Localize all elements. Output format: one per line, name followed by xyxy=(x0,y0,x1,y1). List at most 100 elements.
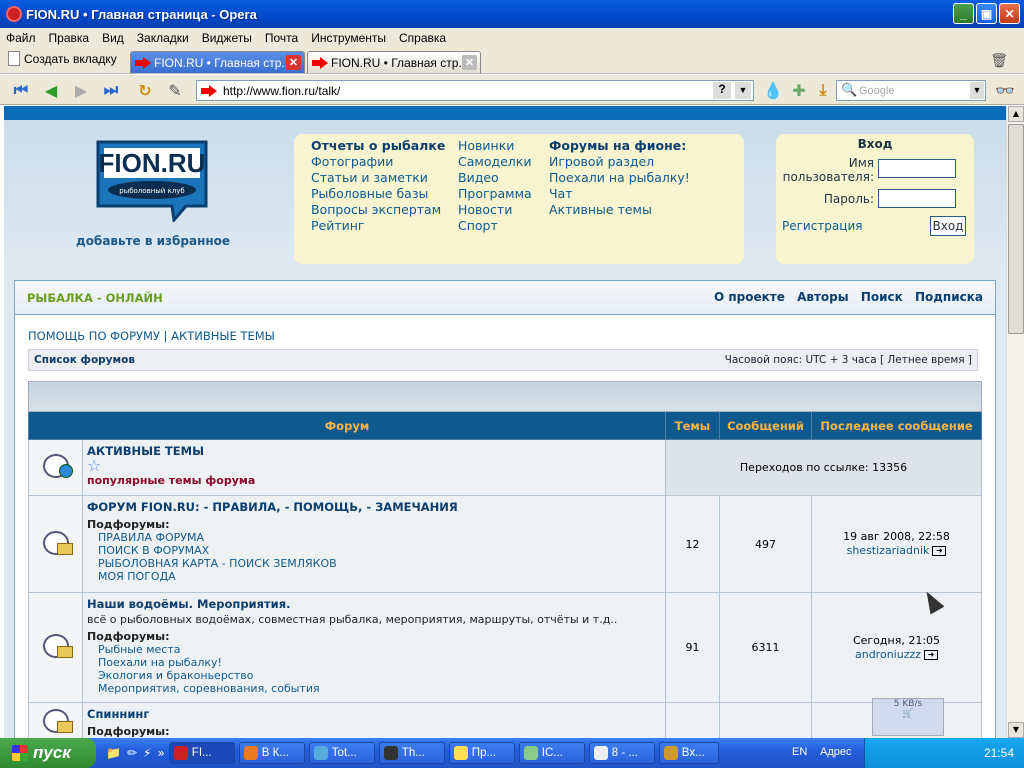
taskbar-item-total[interactable]: Tot... xyxy=(308,742,375,764)
fion-logo[interactable]: FION.RU рыболовный клуб xyxy=(90,136,214,222)
link-news[interactable]: Новости xyxy=(458,202,532,218)
tab-2[interactable]: FION.RU • Главная стр... ✕ xyxy=(307,51,481,73)
last-post-user[interactable]: shestizariadnik xyxy=(847,544,930,557)
login-button[interactable]: Вход xyxy=(930,216,966,236)
menu-edit[interactable]: Правка xyxy=(49,31,90,45)
taskbar-item-inbox[interactable]: Вх... xyxy=(658,742,719,764)
subforum-link[interactable]: Поехали на рыбалку! xyxy=(98,656,661,669)
start-button[interactable]: пуск xyxy=(0,738,96,768)
subforum-link[interactable]: РЫБОЛОВНАЯ КАРТА - ПОИСК ЗЕМЛЯКОВ xyxy=(98,557,661,570)
speed-widget[interactable]: 5 KB/s 🛒 xyxy=(872,698,944,736)
back-icon[interactable]: ◀ xyxy=(40,80,62,100)
tab-1-close-icon[interactable]: ✕ xyxy=(286,55,301,70)
taskbar-item-explorer[interactable]: Пр... xyxy=(448,742,515,764)
address-bar[interactable]: http://www.fion.ru/talk/ ? ▼ xyxy=(196,80,754,101)
subforum-link[interactable]: Экология и браконьерство xyxy=(98,669,661,682)
link-rating[interactable]: Рейтинг xyxy=(311,218,445,234)
vertical-scrollbar[interactable]: ▲ ▼ xyxy=(1006,106,1024,738)
register-link[interactable]: Регистрация xyxy=(782,219,862,233)
posts-count: 6311 xyxy=(719,592,812,703)
menu-widgets[interactable]: Виджеты xyxy=(202,31,252,45)
taskbar-item-opera[interactable]: FI... xyxy=(168,742,235,764)
link-program[interactable]: Программа xyxy=(458,186,532,202)
go-to-post-icon[interactable]: ➜ xyxy=(932,546,947,556)
quicklaunch-bolt-icon[interactable]: ⚡ xyxy=(143,746,151,760)
link-experts[interactable]: Вопросы экспертам xyxy=(311,202,445,218)
nav-about[interactable]: О проекте xyxy=(714,290,785,304)
link-articles[interactable]: Статьи и заметки xyxy=(311,170,445,186)
taskbar-item-doc[interactable]: 8 - ... xyxy=(588,742,655,764)
add-favorites-link[interactable]: добавьте в избранное xyxy=(76,234,230,248)
address-toolbar-label[interactable]: Адрес xyxy=(820,746,852,758)
new-tab-button[interactable]: Создать вкладку xyxy=(8,51,117,66)
last-post-user[interactable]: androniuzzz xyxy=(855,648,921,661)
quicklaunch-folder-icon[interactable]: 📁 xyxy=(106,746,121,760)
language-indicator[interactable]: EN xyxy=(792,746,807,758)
search-dropdown-icon[interactable]: ▼ xyxy=(970,82,984,99)
go-to-post-icon[interactable]: ➜ xyxy=(924,649,939,660)
menu-help[interactable]: Справка xyxy=(399,31,446,45)
board-title[interactable]: РЫБАЛКА - ОНЛАЙН xyxy=(27,291,163,305)
subforum-link[interactable]: МОЯ ПОГОДА xyxy=(98,570,661,583)
link-game-section[interactable]: Игровой раздел xyxy=(549,154,690,170)
forum-title[interactable]: Спиннинг xyxy=(87,707,661,721)
link-lets-go-fishing[interactable]: Поехали на рыбалку! xyxy=(549,170,690,186)
active-topics-link[interactable]: АКТИВНЫЕ ТЕМЫ xyxy=(171,329,275,343)
scroll-up-icon[interactable]: ▲ xyxy=(1008,106,1024,122)
scroll-thumb[interactable] xyxy=(1008,124,1024,334)
link-reports[interactable]: Отчеты о рыбалке xyxy=(311,138,445,154)
address-dropdown-icon[interactable]: ▼ xyxy=(735,82,751,99)
password-field[interactable] xyxy=(878,189,956,208)
reload-icon[interactable]: ↻ xyxy=(134,80,156,100)
menu-file[interactable]: Файл xyxy=(6,31,36,45)
taskbar-item-icq[interactable]: IC... xyxy=(518,742,585,764)
subforum-link[interactable]: ПОИСК В ФОРУМАХ xyxy=(98,544,661,557)
active-topics-title[interactable]: АКТИВНЫЕ ТЕМЫ xyxy=(87,444,661,458)
menu-mail[interactable]: Почта xyxy=(265,31,298,45)
subforum-link[interactable]: Мероприятия, соревнования, события xyxy=(98,682,661,695)
help-link[interactable]: ПОМОЩЬ ПО ФОРУМУ xyxy=(28,329,160,343)
rewind-icon[interactable]: ⏮ xyxy=(10,80,32,100)
forum-list-link[interactable]: Список форумов xyxy=(34,354,135,366)
drop-icon[interactable]: 💧 xyxy=(762,80,784,100)
username-field[interactable] xyxy=(878,159,956,178)
close-button[interactable]: ✕ xyxy=(999,3,1020,24)
zoom-glasses-icon[interactable]: 👓 xyxy=(994,80,1016,100)
link-diy[interactable]: Самоделки xyxy=(458,154,532,170)
menu-view[interactable]: Вид xyxy=(102,31,124,45)
link-video[interactable]: Видео xyxy=(458,170,532,186)
fast-forward-icon[interactable]: ⏭ xyxy=(100,80,122,100)
link-fishing-bases[interactable]: Рыболовные базы xyxy=(311,186,445,202)
menu-tools[interactable]: Инструменты xyxy=(311,31,386,45)
link-photos[interactable]: Фотографии xyxy=(311,154,445,170)
forward-icon[interactable]: ▶ xyxy=(70,80,92,100)
quicklaunch-pen-icon[interactable]: ✏ xyxy=(127,746,137,760)
minimize-button[interactable]: _ xyxy=(953,3,974,24)
download-icon[interactable]: ⤓ xyxy=(812,80,834,100)
link-chat[interactable]: Чат xyxy=(549,186,690,202)
forum-title[interactable]: Наши водоёмы. Мероприятия. xyxy=(87,597,661,611)
quicklaunch-more-icon[interactable]: » xyxy=(157,746,164,760)
link-sport[interactable]: Спорт xyxy=(458,218,532,234)
trash-icon[interactable]: 🗑 xyxy=(990,53,1008,69)
restore-button[interactable]: ▣ xyxy=(976,3,997,24)
scroll-down-icon[interactable]: ▼ xyxy=(1008,722,1024,738)
search-input[interactable]: 🔍 Google ▼ xyxy=(836,80,986,101)
nav-subscribe[interactable]: Подписка xyxy=(915,290,983,304)
link-new[interactable]: Новинки xyxy=(458,138,532,154)
edit-icon[interactable]: ✎ xyxy=(164,80,186,100)
tab-1[interactable]: FION.RU • Главная стр... ✕ xyxy=(130,51,305,73)
nav-search[interactable]: Поиск xyxy=(861,290,903,304)
forum-title[interactable]: ФОРУМ FION.RU: - ПРАВИЛА, - ПОМОЩЬ, - ЗА… xyxy=(87,500,661,514)
subforum-link[interactable]: Рыбные места xyxy=(98,643,661,656)
tab-2-close-icon[interactable]: ✕ xyxy=(462,55,477,70)
subforum-link[interactable]: ПРАВИЛА ФОРУМА xyxy=(98,531,661,544)
address-url[interactable]: http://www.fion.ru/talk/ xyxy=(223,84,340,98)
link-active-topics[interactable]: Активные темы xyxy=(549,202,690,218)
page-add-icon[interactable]: ✚ xyxy=(788,80,810,100)
menu-bookmarks[interactable]: Закладки xyxy=(137,31,189,45)
taskbar-item-firefox[interactable]: В К... xyxy=(238,742,305,764)
nav-authors[interactable]: Авторы xyxy=(797,290,849,304)
taskbar-item-the-bat[interactable]: Th... xyxy=(378,742,445,764)
site-info-icon[interactable]: ? xyxy=(713,82,731,99)
